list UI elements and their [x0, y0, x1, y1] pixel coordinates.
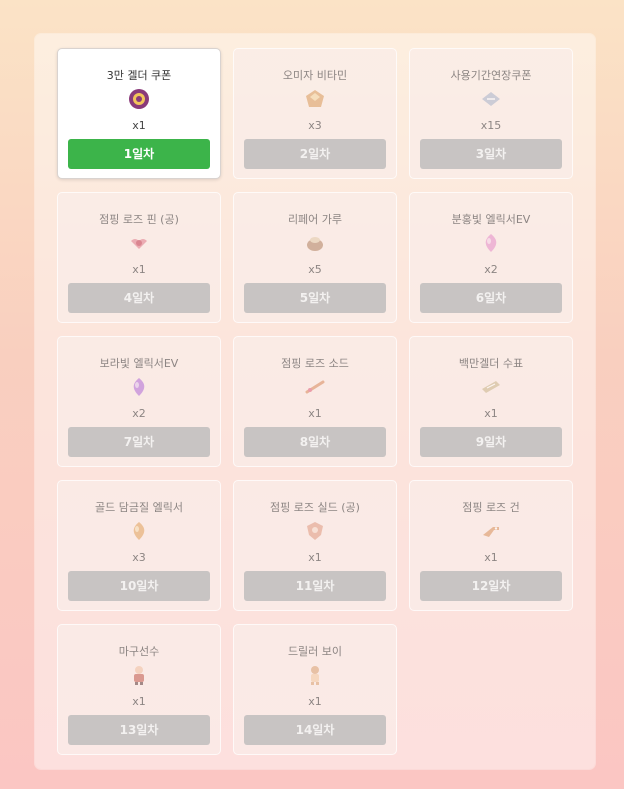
reward-name: 점핑 로즈 핀 (공)	[99, 213, 179, 226]
claim-day-button[interactable]: 3일차	[420, 139, 562, 169]
reward-quantity: x2	[484, 263, 498, 276]
gelder-coupon-icon	[127, 87, 151, 111]
reward-quantity: x1	[308, 695, 322, 708]
reward-grid: 3만 겔더 쿠폰 x1 1일차 오미자 비타민 x3 2일차 사용기간연장쿠폰 x15 3일차점…	[57, 48, 573, 755]
claim-day-button[interactable]: 14일차	[244, 715, 386, 745]
reward-quantity: x1	[132, 119, 146, 132]
claim-day-button[interactable]: 2일차	[244, 139, 386, 169]
claim-day-button[interactable]: 7일차	[68, 427, 210, 457]
check-icon	[479, 375, 503, 399]
reward-quantity: x5	[308, 263, 322, 276]
reward-quantity: x1	[308, 551, 322, 564]
reward-name: 오미자 비타민	[282, 69, 348, 82]
pink-elixir-icon	[479, 231, 503, 255]
reward-quantity: x1	[484, 551, 498, 564]
reward-quantity: x1	[132, 263, 146, 276]
claim-day-button[interactable]: 1일차	[68, 139, 210, 169]
reward-card-day-1[interactable]: 3만 겔더 쿠폰 x1 1일차	[57, 48, 221, 179]
reward-card-day-7[interactable]: 보라빛 엘릭서EV x2 7일차	[57, 336, 221, 467]
claim-day-button[interactable]: 13일차	[68, 715, 210, 745]
reward-name: 보라빛 엘릭서EV	[99, 357, 179, 370]
reward-card-day-2[interactable]: 오미자 비타민 x3 2일차	[233, 48, 397, 179]
reward-card-day-9[interactable]: 백만겔더 수표 x1 9일차	[409, 336, 573, 467]
reward-name: 점핑 로즈 소드	[281, 357, 349, 370]
claim-day-button[interactable]: 9일차	[420, 427, 562, 457]
reward-name: 드릴러 보이	[287, 645, 343, 658]
claim-day-button[interactable]: 8일차	[244, 427, 386, 457]
claim-day-button[interactable]: 10일차	[68, 571, 210, 601]
rose-shield-icon	[303, 519, 327, 543]
reward-name: 골드 담금질 엘릭서	[95, 501, 183, 514]
reward-card-day-13[interactable]: 마구선수 x1 13일차	[57, 624, 221, 755]
reward-card-day-3[interactable]: 사용기간연장쿠폰 x15 3일차	[409, 48, 573, 179]
claim-day-button[interactable]: 12일차	[420, 571, 562, 601]
reward-card-day-10[interactable]: 골드 담금질 엘릭서 x3 10일차	[57, 480, 221, 611]
driller-boy-icon	[303, 663, 327, 687]
repair-powder-icon	[303, 231, 327, 255]
reward-quantity: x15	[480, 119, 502, 132]
claim-day-button[interactable]: 11일차	[244, 571, 386, 601]
reward-quantity: x3	[308, 119, 322, 132]
reward-quantity: x2	[132, 407, 146, 420]
reward-card-day-11[interactable]: 점핑 로즈 실드 (공) x1 11일차	[233, 480, 397, 611]
rose-gun-icon	[479, 519, 503, 543]
reward-quantity: x3	[132, 551, 146, 564]
reward-name: 분홍빛 엘릭서EV	[451, 213, 531, 226]
attendance-panel: 3만 겔더 쿠폰 x1 1일차 오미자 비타민 x3 2일차 사용기간연장쿠폰 x15 3일차점…	[35, 34, 595, 769]
rose-sword-icon	[303, 375, 327, 399]
rose-pin-icon	[127, 231, 151, 255]
reward-name: 점핑 로즈 실드 (공)	[270, 501, 360, 514]
reward-card-day-12[interactable]: 점핑 로즈 건 x1 12일차	[409, 480, 573, 611]
claim-day-button[interactable]: 6일차	[420, 283, 562, 313]
reward-card-day-6[interactable]: 분홍빛 엘릭서EV x2 6일차	[409, 192, 573, 323]
reward-name: 백만겔더 수표	[458, 357, 524, 370]
player-icon	[127, 663, 151, 687]
reward-quantity: x1	[308, 407, 322, 420]
vitamin-icon	[303, 87, 327, 111]
purple-elixir-icon	[127, 375, 151, 399]
reward-name: 리페어 가루	[287, 213, 343, 226]
reward-name: 사용기간연장쿠폰	[450, 69, 532, 82]
claim-day-button[interactable]: 5일차	[244, 283, 386, 313]
ticket-icon	[479, 87, 503, 111]
reward-quantity: x1	[132, 695, 146, 708]
reward-name: 3만 겔더 쿠폰	[106, 69, 172, 82]
reward-name: 마구선수	[118, 645, 160, 658]
reward-quantity: x1	[484, 407, 498, 420]
reward-card-day-4[interactable]: 점핑 로즈 핀 (공) x1 4일차	[57, 192, 221, 323]
reward-name: 점핑 로즈 건	[462, 501, 520, 514]
reward-card-day-8[interactable]: 점핑 로즈 소드 x1 8일차	[233, 336, 397, 467]
gold-elixir-icon	[127, 519, 151, 543]
claim-day-button[interactable]: 4일차	[68, 283, 210, 313]
reward-card-day-14[interactable]: 드릴러 보이 x1 14일차	[233, 624, 397, 755]
reward-card-day-5[interactable]: 리페어 가루 x5 5일차	[233, 192, 397, 323]
